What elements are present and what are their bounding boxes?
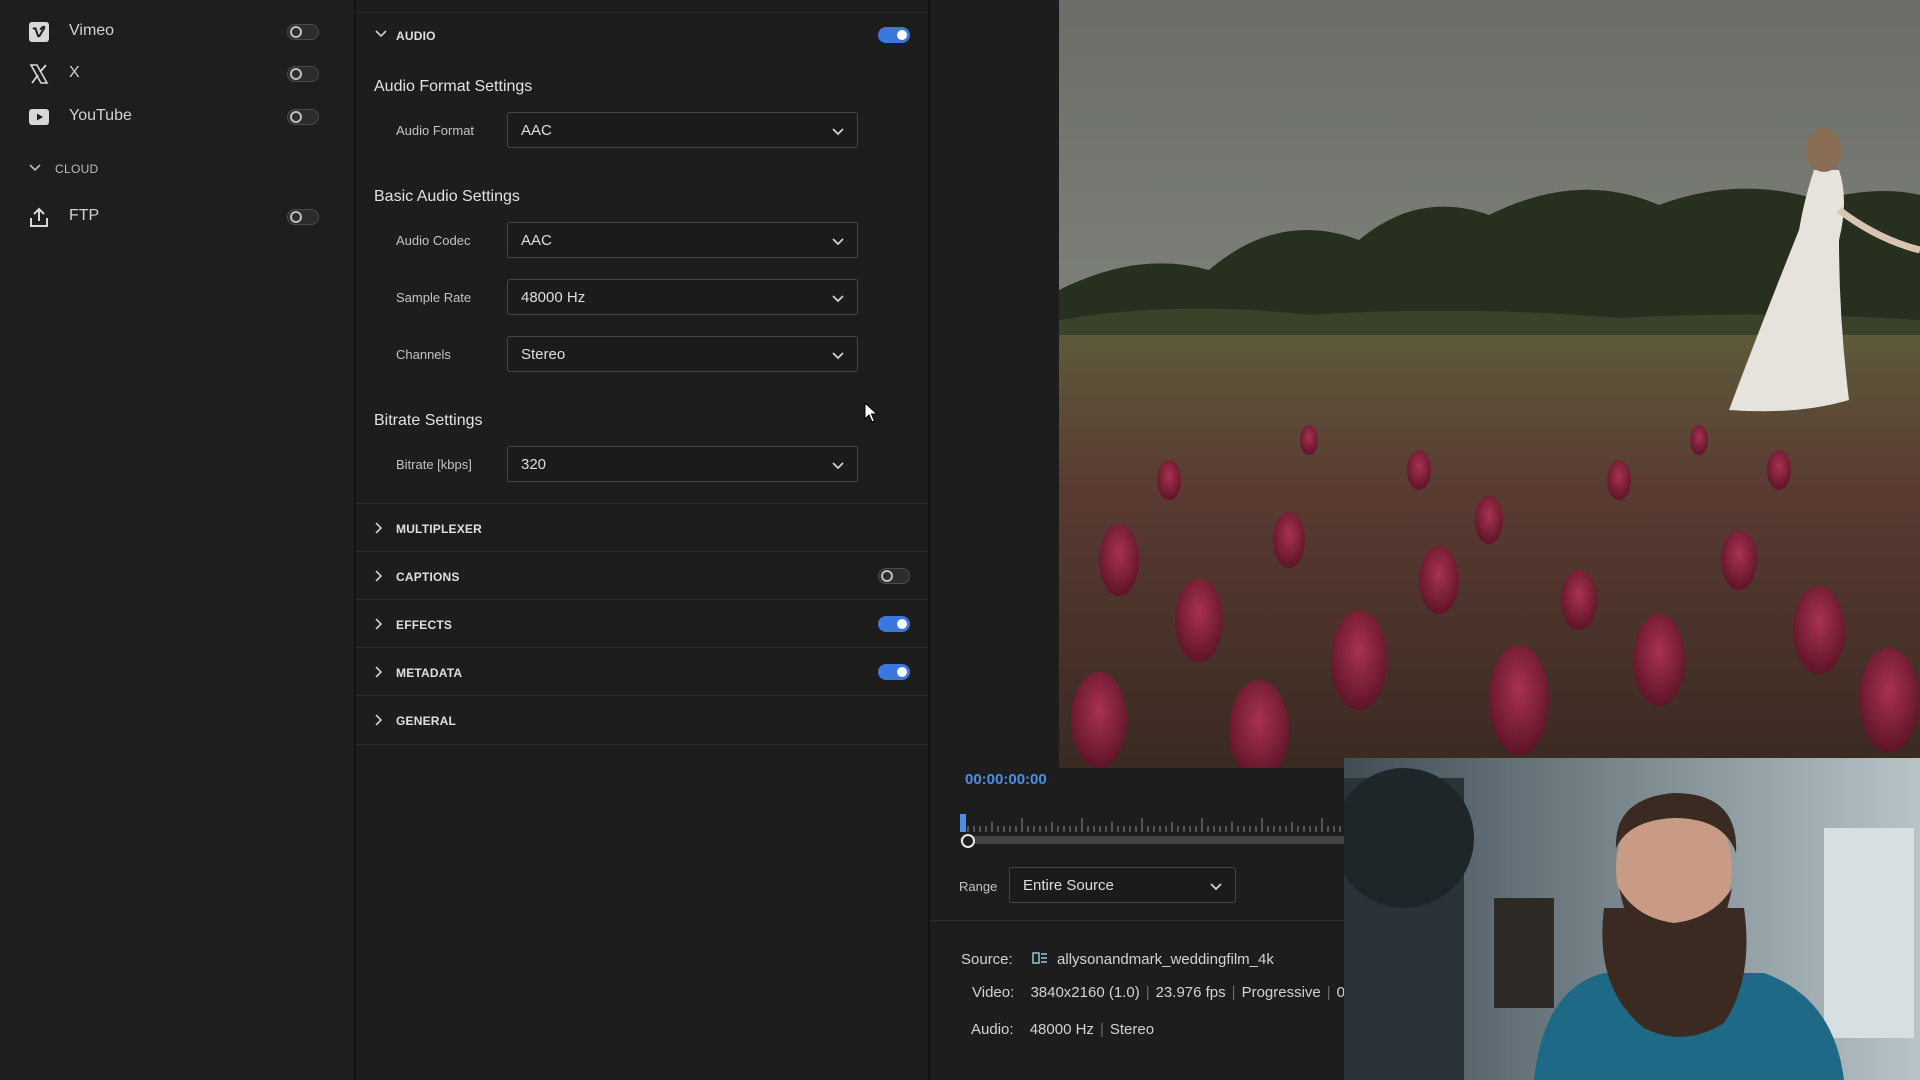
destination-label: Vimeo	[69, 22, 115, 39]
export-settings-panel: AUDIO Audio Format Settings Audio Format…	[356, 0, 930, 1080]
youtube-toggle[interactable]	[287, 109, 319, 125]
bitrate-value: 320	[521, 456, 547, 473]
presenter-webcam-overlay	[1344, 758, 1920, 1080]
ftp-toggle[interactable]	[287, 209, 319, 225]
source-name: allysonandmark_weddingfilm_4k	[1057, 951, 1274, 968]
video-preview[interactable]	[1059, 0, 1920, 768]
bitrate-label: Bitrate [kbps]	[396, 457, 472, 472]
vimeo-icon	[29, 22, 49, 42]
chevron-down-icon	[832, 128, 844, 136]
video-fps: 23.976 fps	[1155, 984, 1226, 1001]
section-label: METADATA	[396, 666, 463, 680]
audio-info-row: Audio: 48000 Hz | Stereo	[971, 1021, 1155, 1038]
audio-codec-value: AAC	[521, 232, 552, 249]
basic-audio-settings-title: Basic Audio Settings	[374, 188, 520, 205]
chevron-down-icon	[832, 352, 844, 360]
channels-select[interactable]: Stereo	[507, 336, 858, 372]
source-row: Source: allysonandmark_weddingfilm_4k	[961, 949, 1274, 968]
chevron-right-icon	[375, 666, 383, 678]
chevron-down-icon	[832, 462, 844, 470]
range-label: Range	[959, 879, 998, 894]
chevron-down-icon	[375, 30, 387, 38]
destination-label: X	[69, 64, 80, 81]
metadata-toggle[interactable]	[878, 664, 910, 680]
audio-rate: 48000 Hz	[1029, 1021, 1094, 1038]
section-metadata[interactable]: METADATA	[356, 647, 928, 696]
audio-section-header[interactable]: AUDIO	[356, 22, 928, 48]
chevron-right-icon	[375, 714, 383, 726]
chevron-right-icon	[375, 522, 383, 534]
range-value: Entire Source	[1023, 877, 1114, 894]
destination-label: FTP	[69, 207, 100, 224]
video-resolution: 3840x2160 (1.0)	[1030, 984, 1140, 1001]
audio-channels: Stereo	[1109, 1021, 1155, 1038]
video-label: Video:	[972, 984, 1015, 1001]
source-label: Source:	[961, 951, 1013, 968]
sample-rate-label: Sample Rate	[396, 290, 472, 305]
bitrate-select[interactable]: 320	[507, 446, 858, 482]
destination-ftp[interactable]: FTP	[0, 197, 354, 237]
chevron-down-icon	[1210, 883, 1222, 891]
chevron-right-icon	[375, 570, 383, 582]
cloud-section-header[interactable]: CLOUD	[0, 158, 354, 180]
audio-header-label: AUDIO	[396, 29, 436, 43]
x-icon	[29, 64, 49, 84]
range-select[interactable]: Entire Source	[1009, 867, 1236, 903]
sample-rate-select[interactable]: 48000 Hz	[507, 279, 858, 315]
audio-format-select[interactable]: AAC	[507, 112, 858, 148]
destinations-panel: Vimeo X YouTube CLOUD FTP	[0, 0, 356, 1080]
section-label: CAPTIONS	[396, 570, 460, 584]
sequence-icon	[1032, 952, 1047, 964]
chevron-down-icon	[29, 164, 41, 172]
panel-top-divider	[356, 0, 928, 13]
destination-x[interactable]: X	[0, 54, 354, 94]
chevron-down-icon	[832, 295, 844, 303]
destination-vimeo[interactable]: Vimeo	[0, 12, 354, 52]
x-toggle[interactable]	[287, 66, 319, 82]
playhead[interactable]	[960, 814, 966, 832]
vimeo-toggle[interactable]	[287, 24, 319, 40]
cloud-header-label: CLOUD	[55, 162, 99, 176]
audio-toggle[interactable]	[878, 27, 910, 43]
section-captions[interactable]: CAPTIONS	[356, 551, 928, 600]
video-info-row: Video: 3840x2160 (1.0) | 23.976 fps | Progre…	[972, 984, 1378, 1001]
channels-label: Channels	[396, 347, 451, 362]
section-label: GENERAL	[396, 714, 457, 728]
destination-youtube[interactable]: YouTube	[0, 97, 354, 137]
scrubber-handle[interactable]	[961, 834, 975, 848]
video-scan: Progressive	[1241, 984, 1321, 1001]
preview-frame-image	[1059, 0, 1920, 768]
section-label: EFFECTS	[396, 618, 453, 632]
audio-label: Audio:	[971, 1021, 1014, 1038]
audio-format-label: Audio Format	[396, 123, 475, 138]
mouse-cursor-icon	[864, 402, 878, 423]
section-label: MULTIPLEXER	[396, 522, 482, 536]
effects-toggle[interactable]	[878, 616, 910, 632]
audio-format-settings-title: Audio Format Settings	[374, 78, 533, 95]
section-multiplexer[interactable]: MULTIPLEXER	[356, 503, 928, 552]
youtube-icon	[29, 109, 49, 125]
section-general[interactable]: GENERAL	[356, 695, 928, 745]
channels-value: Stereo	[521, 346, 566, 363]
webcam-video-image	[1344, 758, 1920, 1080]
timeline-scrubber[interactable]	[960, 836, 1374, 844]
chevron-right-icon	[375, 618, 383, 630]
sample-rate-value: 48000 Hz	[521, 289, 586, 306]
chevron-down-icon	[832, 238, 844, 246]
destination-label: YouTube	[69, 107, 132, 124]
audio-codec-label: Audio Codec	[396, 233, 471, 248]
upload-icon	[30, 207, 48, 227]
audio-codec-select[interactable]: AAC	[507, 222, 858, 258]
audio-format-value: AAC	[521, 122, 552, 139]
bitrate-settings-title: Bitrate Settings	[374, 412, 483, 429]
section-effects[interactable]: EFFECTS	[356, 599, 928, 648]
captions-toggle[interactable]	[878, 568, 910, 584]
timecode[interactable]: 00:00:00:00	[965, 771, 1047, 788]
